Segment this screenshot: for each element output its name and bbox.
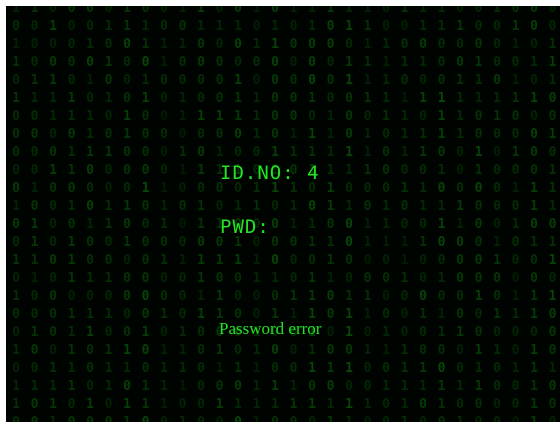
- rain-column: 100000011011100011000110: [289, 6, 298, 422]
- rain-column: 110110001101000011101011: [345, 6, 353, 422]
- rain-column: 010011100101011000001010: [234, 6, 242, 422]
- login-screen: 101101000001001010010110 1000110000101111…: [6, 6, 560, 422]
- rain-column: 011000001110000101000110: [271, 6, 279, 422]
- rain-column: 110000110001010000011011: [123, 6, 131, 422]
- rain-column: 101001110011001100111111: [252, 6, 261, 422]
- rain-column: 100101111010011100011111: [400, 6, 409, 422]
- rain-column: 011011001010100011001000: [511, 6, 520, 422]
- rain-column: 000111001100000010011100: [474, 6, 483, 422]
- rain-column: 100000111111011100001011: [326, 6, 335, 422]
- id-label: ID.NO:: [220, 162, 295, 184]
- rain-column: 001110010111011010001000: [548, 6, 557, 422]
- rain-column: 110000100101101111000000: [197, 6, 205, 422]
- rain-column: 001111100001110000110100: [382, 6, 390, 422]
- rain-column: 111111011100110011010010: [363, 6, 372, 422]
- rain-column: 110001110101100101100110: [437, 6, 446, 422]
- rain-column: 010011100100000000001111: [49, 6, 57, 422]
- password-row: PWD:: [220, 216, 402, 238]
- rain-column: 011011000010000000100110: [141, 6, 150, 422]
- rain-column: 101101000001001010010110: [12, 6, 20, 422]
- rain-column: 101001101100001000111101: [178, 6, 187, 422]
- password-field[interactable]: [282, 218, 402, 238]
- id-row: ID.NO: 4: [220, 162, 320, 184]
- rain-column: 010011110001100000100101: [456, 6, 464, 422]
- rain-column: 110001011100110111111010: [308, 6, 316, 422]
- error-message: Password error: [219, 319, 322, 338]
- rain-column: 000101000011010011011111: [530, 6, 538, 422]
- password-label: PWD:: [220, 216, 270, 238]
- rain-column: 010000101100101011011010: [215, 6, 224, 422]
- matrix-rain-background: 101101000001001010010110 1000110000101111…: [6, 6, 560, 422]
- rain-column: 100011000010111100100100: [30, 6, 39, 422]
- rain-column: 001010111000100101100010: [86, 6, 94, 422]
- rain-column: 100001100000011001010000: [493, 6, 501, 422]
- rain-column: 010101001001100101011100: [104, 6, 113, 422]
- rain-column: 110101011011010001001100: [419, 6, 427, 422]
- rain-column: 000001101101011101111100: [67, 6, 76, 422]
- rain-column: 001100000011101001011110: [160, 6, 168, 422]
- id-value: 4: [307, 162, 320, 184]
